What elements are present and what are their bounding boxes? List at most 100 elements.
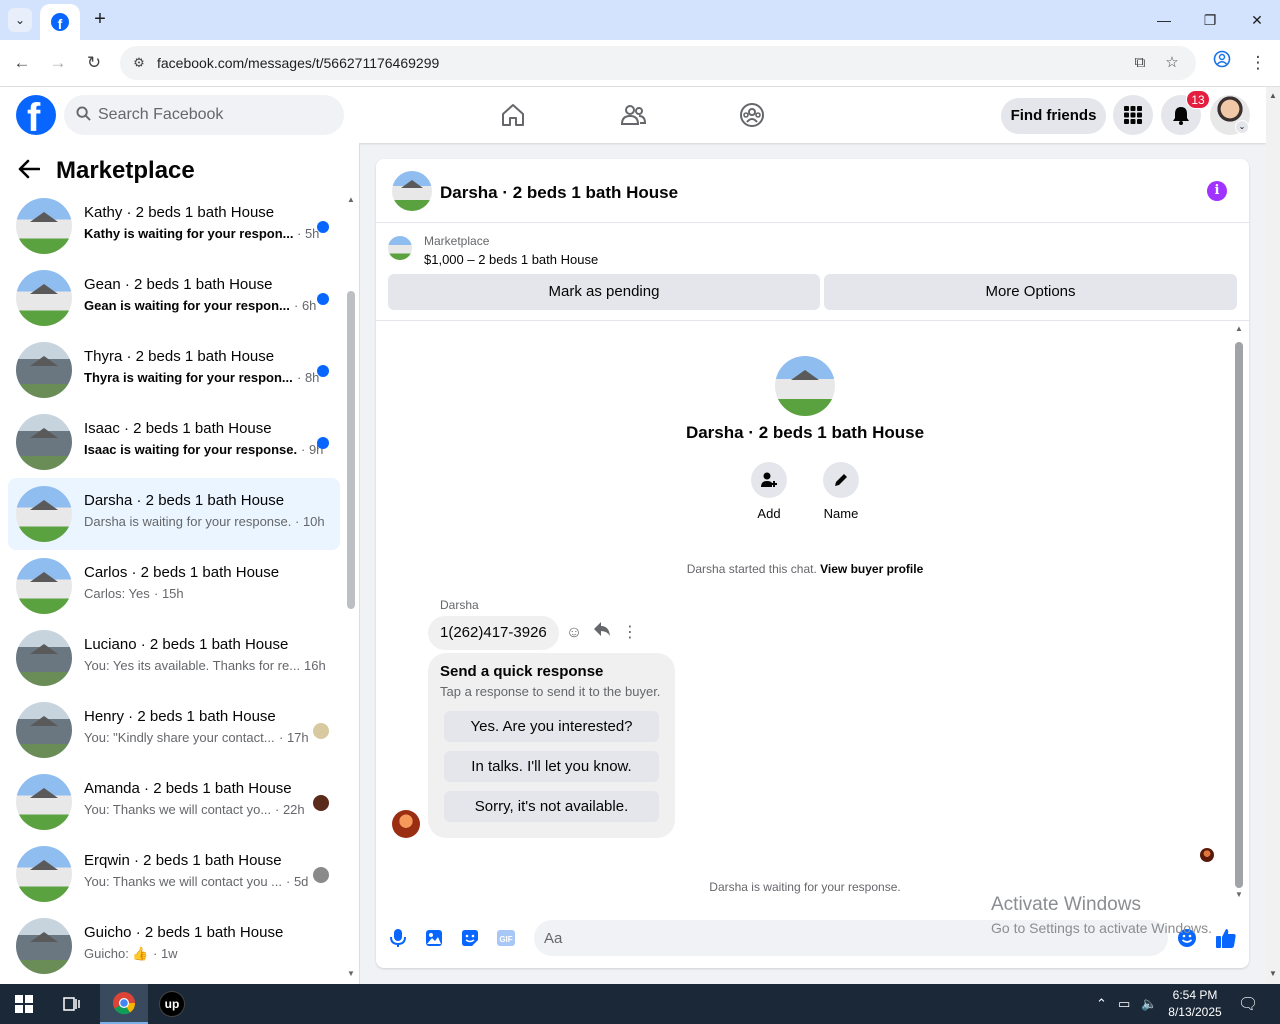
conversation-name: Guicho · 2 beds 1 bath House [84,924,284,941]
back-arrow-icon[interactable] [18,155,46,186]
mark-as-pending-button[interactable]: Mark as pending [388,274,820,310]
task-view-button[interactable] [48,984,96,1024]
scroll-up-arrow-icon[interactable]: ▲ [1235,324,1243,333]
conversation-time: · 5h [297,226,320,241]
taskbar-upwork[interactable]: up [148,984,196,1024]
search-box[interactable] [64,95,344,135]
new-tab-button[interactable]: + [88,8,112,32]
browser-tab-facebook[interactable]: f [40,4,80,40]
more-vertical-icon[interactable]: ⋮ [620,621,640,645]
network-icon[interactable]: ▭ [1118,996,1130,1012]
unread-dot-icon [317,293,329,305]
profile-icon[interactable] [1209,50,1235,76]
conversation-item[interactable]: Carlos · 2 beds 1 bath House Carlos: Yes ·… [8,550,340,622]
bookmark-star-icon[interactable]: ☆ [1162,53,1182,73]
microphone-icon[interactable] [387,927,409,949]
conversation-item[interactable]: Thyra · 2 beds 1 bath House Thyra is wait… [8,334,340,406]
scroll-up-arrow-icon[interactable]: ▲ [347,195,355,204]
sticker-icon[interactable] [459,927,481,949]
like-thumbs-up-icon[interactable] [1215,927,1237,949]
forward-arrow-icon[interactable]: → [45,50,71,76]
groups-tab[interactable] [732,95,772,135]
quick-reply-yes-button[interactable]: Yes. Are you interested? [444,711,659,742]
scroll-down-arrow-icon[interactable]: ▼ [347,969,355,978]
facebook-logo-icon[interactable]: f [16,95,56,135]
conversation-time: · 5d [286,874,309,889]
name-action[interactable]: Name [811,462,871,521]
conversation-item[interactable]: Henry · 2 beds 1 bath House You: "Kindly … [8,694,340,766]
conversation-item[interactable]: Kathy · 2 beds 1 bath House Kathy is wait… [8,190,340,262]
listing-avatar[interactable] [392,171,432,211]
reply-icon[interactable] [592,621,612,645]
watermark-subtitle: Go to Settings to activate Windows. [991,920,1212,936]
restore-button[interactable]: ❐ [1187,4,1233,36]
view-buyer-profile-link[interactable]: View buyer profile [820,562,923,576]
close-window-button[interactable]: ✕ [1234,4,1280,36]
info-icon[interactable]: i [1207,181,1227,201]
quick-response-card: Send a quick response Tap a response to … [428,653,675,838]
chat-header: Darsha · 2 beds 1 bath House i [376,159,1249,223]
conversation-time: · 6h [294,298,317,313]
quick-reply-in-talks-button[interactable]: In talks. I'll let you know. [444,751,659,782]
reload-icon[interactable]: ↻ [81,50,107,76]
conversation-item[interactable]: Guicho · 2 beds 1 bath House Guicho: 👍 · 1… [8,910,340,982]
taskbar-chrome[interactable] [100,984,148,1024]
conversation-name: Carlos · 2 beds 1 bath House [84,564,280,581]
chat-scroll-thumb[interactable] [1235,342,1243,888]
listing-thumbnail [16,198,72,254]
minimize-button[interactable]: — [1141,4,1187,36]
conversation-time: · 1w [153,946,178,961]
listing-profile-avatar [775,356,835,416]
back-arrow-icon[interactable]: ← [9,50,35,76]
message-bubble[interactable]: 1(262)417-3926 [428,616,559,650]
marketplace-sidebar: Marketplace Kathy · 2 beds 1 bath House K… [0,143,360,984]
browser-menu-icon[interactable]: ⋮ [1245,50,1271,76]
search-input[interactable] [98,95,328,135]
find-friends-button[interactable]: Find friends [1001,98,1106,134]
listing-thumbnail [16,846,72,902]
conversation-item[interactable]: Amanda · 2 beds 1 bath House You: Thanks … [8,766,340,838]
scroll-up-arrow-icon[interactable]: ▲ [1269,91,1277,100]
listing-thumbnail [16,342,72,398]
chat-title[interactable]: Darsha · 2 beds 1 bath House [440,183,678,203]
listing-price-title[interactable]: $1,000 – 2 beds 1 bath House [424,252,598,267]
more-options-button[interactable]: More Options [824,274,1237,310]
conversation-item[interactable]: Erqwin · 2 beds 1 bath House You: Thanks … [8,838,340,910]
photo-icon[interactable] [423,927,445,949]
taskbar-clock[interactable]: 6:54 PM 8/13/2025 [1160,987,1230,1021]
conversation-item[interactable]: Gean · 2 beds 1 bath House Gean is waitin… [8,262,340,334]
tab-search-button[interactable]: ⌄ [8,8,32,32]
windows-logo-icon [15,995,33,1013]
install-app-icon[interactable]: ⧉ [1130,53,1150,73]
react-smiley-icon[interactable]: ☺ [564,621,584,645]
scroll-down-arrow-icon[interactable]: ▼ [1235,890,1243,899]
add-action[interactable]: Add [739,462,799,521]
page-scrollbar[interactable]: ▲ ▼ [1266,87,1280,984]
conversation-snippet: Guicho: 👍 [84,946,149,961]
friends-tab[interactable] [613,95,653,135]
sender-avatar[interactable] [392,810,420,838]
sidebar-scrollbar[interactable]: ▲ ▼ [345,191,357,981]
home-tab[interactable] [493,95,533,135]
show-hidden-icons-icon[interactable]: ⌃ [1096,996,1107,1012]
conversation-time: · 15h [154,586,184,601]
site-info-icon[interactable]: ⚙ [130,54,148,72]
chat-scrollbar[interactable]: ▲ ▼ [1234,324,1246,902]
notification-center-icon[interactable]: 🗨 [1238,994,1258,1014]
conversation-item[interactable]: Isaac · 2 beds 1 bath House Isaac is wait… [8,406,340,478]
listing-thumbnail[interactable] [388,236,412,260]
conversation-item[interactable]: Darsha · 2 beds 1 bath House Darsha is wa… [8,478,340,550]
scroll-down-arrow-icon[interactable]: ▼ [1269,969,1277,978]
menu-button[interactable] [1113,95,1153,135]
gif-icon[interactable]: GIF [495,927,517,949]
marketplace-label: Marketplace [424,234,490,248]
sidebar-scroll-thumb[interactable] [347,291,355,609]
account-chevron-down-icon[interactable]: ⌄ [1235,120,1249,134]
start-button[interactable] [0,984,48,1024]
url-text[interactable]: facebook.com/messages/t/566271176469299 [157,55,439,71]
conversation-item[interactable]: Luciano · 2 beds 1 bath House You: Yes it… [8,622,340,694]
volume-muted-icon[interactable]: 🔈 [1141,996,1157,1012]
chat-started-text: Darsha started this chat. [686,562,817,576]
quick-reply-not-available-button[interactable]: Sorry, it's not available. [444,791,659,822]
address-bar[interactable]: ⚙ facebook.com/messages/t/56627117646929… [120,46,1196,80]
